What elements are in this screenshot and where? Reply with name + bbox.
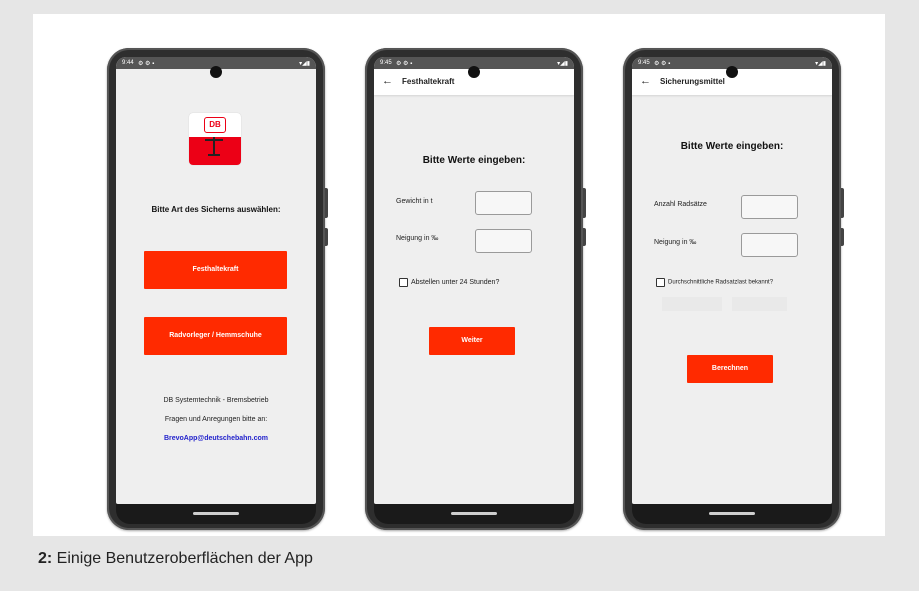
power-button (325, 188, 328, 218)
caption-text: Einige Benutzeroberflächen der App (52, 550, 313, 567)
weiter-button[interactable]: Weiter (429, 327, 515, 355)
status-left-icons: ⚙ ⚙ ▪ (654, 61, 671, 67)
incline-label: Neigung in ‰ (654, 239, 697, 246)
hidden-field-placeholder (732, 297, 787, 311)
power-button (841, 188, 844, 218)
feedback-email-link[interactable]: BrevoApp@deutschebahn.com (116, 435, 316, 442)
checkbox-label: Abstellen unter 24 Stunden? (411, 279, 500, 286)
brake-shoe-icon-stem (213, 137, 215, 155)
screen-festhaltekraft: 9:45 ⚙ ⚙ ▪ ▾◢▮ ← Festhaltekraft Bitte We… (374, 57, 574, 504)
status-time: 9:44 (122, 60, 134, 66)
power-button (583, 188, 586, 218)
home-indicator[interactable] (709, 512, 755, 515)
nav-bar (116, 504, 316, 524)
enter-values-heading: Bitte Werte eingeben: (422, 155, 526, 166)
logo-red-area (189, 137, 241, 165)
axle-count-label: Anzahl Radsätze (654, 201, 707, 208)
phone-mockup-2: 9:45 ⚙ ⚙ ▪ ▾◢▮ ← Festhaltekraft Bitte We… (365, 48, 586, 530)
arrow-left-icon[interactable]: ← (382, 75, 393, 87)
weight-label: Gewicht in t (396, 198, 433, 205)
hidden-field-placeholder (662, 297, 722, 311)
screen-start: 9:44 ⚙ ⚙ ▪ ▾◢▮ DB Bitte Art des Sicherns… (116, 57, 316, 504)
screen-title: Festhaltekraft (402, 77, 455, 86)
figure-panel: 9:44 ⚙ ⚙ ▪ ▾◢▮ DB Bitte Art des Sicherns… (33, 14, 885, 536)
camera-notch (210, 66, 222, 78)
camera-notch (468, 66, 480, 78)
status-left-icons: ⚙ ⚙ ▪ (138, 61, 155, 67)
home-indicator[interactable] (193, 512, 239, 515)
caption-number: 2: (38, 550, 53, 567)
volume-button (583, 228, 586, 246)
festhaltekraft-button[interactable]: Festhaltekraft (144, 251, 287, 289)
footer-feedback: Fragen und Anregungen bitte an: (164, 416, 268, 423)
select-type-heading: Bitte Art des Sicherns auswählen: (151, 205, 281, 214)
footer-company: DB Systemtechnik - Bremsbetrieb (163, 397, 269, 404)
status-right-icons: ▾◢▮ (299, 61, 310, 67)
home-indicator[interactable] (451, 512, 497, 515)
enter-values-heading: Bitte Werte eingeben: (680, 141, 784, 152)
radvorleger-button[interactable]: Radvorleger / Hemmschuhe (144, 317, 287, 355)
volume-button (841, 228, 844, 246)
checkbox-icon[interactable] (656, 278, 665, 287)
checkbox-label: Durchschnittliche Radsatzlast bekannt? (668, 279, 774, 286)
incline-input[interactable] (741, 233, 798, 257)
berechnen-button[interactable]: Berechnen (687, 355, 773, 383)
status-right-icons: ▾◢▮ (557, 61, 568, 67)
avg-axle-load-checkbox[interactable]: Durchschnittliche Radsatzlast bekannt? (656, 278, 773, 287)
brake-shoe-icon-base (208, 154, 220, 156)
screen-title: Sicherungsmittel (660, 77, 725, 86)
figure-caption: 2: Einige Benutzeroberflächen der App (38, 550, 313, 568)
weight-input[interactable] (475, 191, 532, 215)
incline-label: Neigung in ‰ (396, 235, 439, 242)
park-under-24h-checkbox[interactable]: Abstellen unter 24 Stunden? (399, 278, 499, 287)
status-left-icons: ⚙ ⚙ ▪ (396, 61, 413, 67)
status-time: 9:45 (380, 60, 392, 66)
camera-notch (726, 66, 738, 78)
axle-count-input[interactable] (741, 195, 798, 219)
arrow-left-icon[interactable]: ← (640, 75, 651, 87)
status-time: 9:45 (638, 60, 650, 66)
checkbox-icon[interactable] (399, 278, 408, 287)
phone-mockup-1: 9:44 ⚙ ⚙ ▪ ▾◢▮ DB Bitte Art des Sicherns… (107, 48, 328, 530)
screen-sicherungsmittel: 9:45 ⚙ ⚙ ▪ ▾◢▮ ← Sicherungsmittel Bitte … (632, 57, 832, 504)
incline-input[interactable] (475, 229, 532, 253)
db-logo-text: DB (204, 117, 226, 133)
db-app-logo: DB (189, 113, 241, 165)
phone-mockup-3: 9:45 ⚙ ⚙ ▪ ▾◢▮ ← Sicherungsmittel Bitte … (623, 48, 844, 530)
nav-bar (374, 504, 574, 524)
status-right-icons: ▾◢▮ (815, 61, 826, 67)
volume-button (325, 228, 328, 246)
nav-bar (632, 504, 832, 524)
